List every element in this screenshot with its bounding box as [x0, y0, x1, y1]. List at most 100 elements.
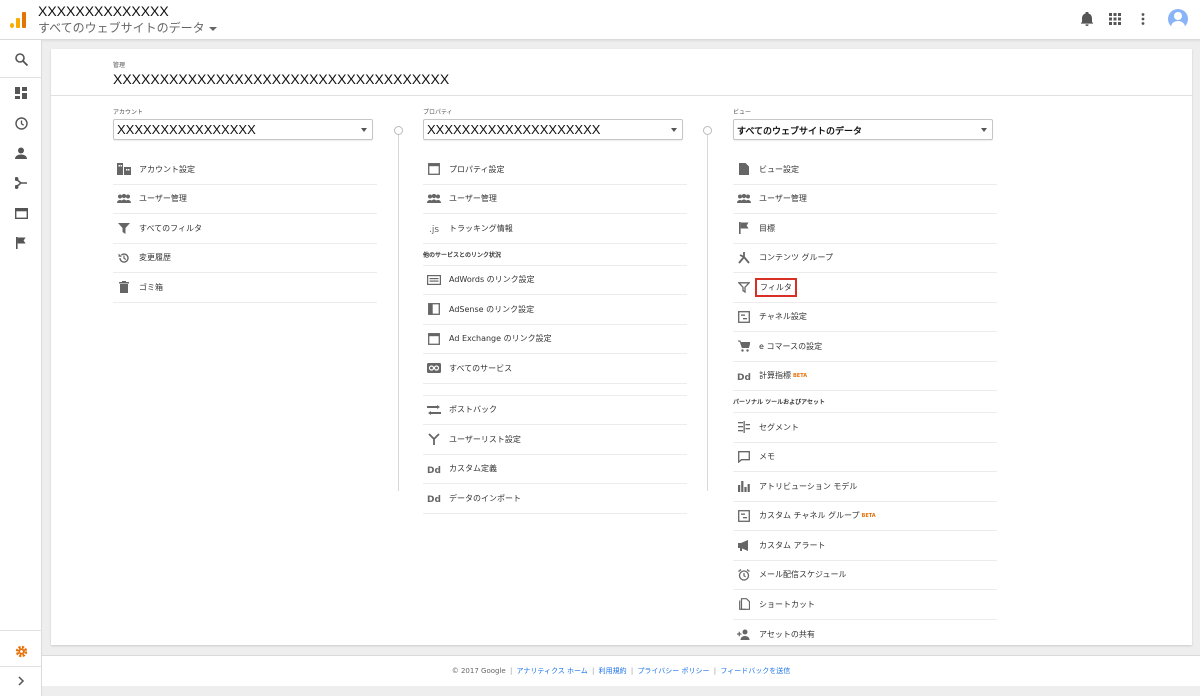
tracking-info-item[interactable]: .js トラッキング情報	[423, 214, 687, 244]
people-icon	[117, 192, 131, 206]
segments-item[interactable]: セグメント	[733, 413, 997, 443]
arrow-circle-icon	[394, 126, 403, 135]
menu-spacer	[423, 384, 687, 396]
flag-icon[interactable]	[0, 228, 42, 258]
trash-item[interactable]: ゴミ箱	[113, 273, 377, 303]
custom-alerts-item[interactable]: カスタム アラート	[733, 531, 997, 561]
menu-label: カスタム チャネル グループ	[759, 511, 860, 521]
menu-label: AdWords のリンク設定	[449, 275, 535, 285]
alarm-icon	[737, 568, 751, 582]
view-selector[interactable]: すべてのウェブサイトのデータ	[733, 119, 993, 140]
personal-tools-header: パーソナル ツールおよびアセット	[733, 391, 997, 413]
trash-icon	[117, 280, 131, 294]
menu-label: すべてのサービス	[449, 363, 513, 373]
arrow-circle-icon	[703, 126, 712, 135]
menu-label: アトリビューション モデル	[759, 481, 858, 491]
notifications-icon[interactable]	[1078, 8, 1096, 30]
account-user-management-item[interactable]: ユーザー管理	[113, 185, 377, 214]
person-add-icon	[737, 627, 751, 641]
history-icon	[117, 251, 131, 265]
menu-label: 計算指標	[759, 371, 791, 381]
segments-icon	[737, 420, 751, 434]
all-filters-item[interactable]: すべてのフィルタ	[113, 214, 377, 244]
send-feedback-link[interactable]: フィードバックを送信	[720, 667, 790, 675]
adsense-linking-item[interactable]: AdSense のリンク設定	[423, 295, 687, 325]
person-icon[interactable]	[0, 138, 42, 168]
user-avatar[interactable]	[1168, 9, 1188, 29]
audience-definitions-item[interactable]: ユーザーリスト設定	[423, 425, 687, 455]
property-settings-item[interactable]: プロパティ設定	[423, 155, 687, 185]
menu-label: コンテンツ グループ	[759, 253, 834, 263]
filter-icon	[117, 221, 131, 235]
people-icon	[737, 192, 751, 206]
channel-settings-item[interactable]: チャネル設定	[733, 303, 997, 332]
acquisition-icon[interactable]	[0, 168, 42, 198]
ad-exchange-linking-item[interactable]: Ad Exchange のリンク設定	[423, 325, 687, 354]
beta-badge: BETA	[861, 512, 876, 519]
ecommerce-settings-item[interactable]: e コマースの設定	[733, 332, 997, 362]
beta-badge: BETA	[793, 372, 808, 379]
share-assets-item[interactable]: アセットの共有	[733, 620, 997, 650]
dd-icon: Dd	[737, 369, 751, 383]
property-user-management-item[interactable]: ユーザー管理	[423, 185, 687, 214]
menu-label: データのインポート	[449, 493, 521, 503]
data-import-item[interactable]: Dd データのインポート	[423, 484, 687, 514]
view-user-management-item[interactable]: ユーザー管理	[733, 185, 997, 214]
property-selector[interactable]: XXXXXXXXXXXXXXXXXXXX	[423, 119, 683, 140]
annotations-item[interactable]: メモ	[733, 443, 997, 472]
behavior-icon[interactable]	[0, 198, 42, 228]
people-icon	[427, 192, 441, 206]
gear-icon[interactable]	[0, 636, 42, 666]
svg-text:.js: .js	[429, 225, 439, 234]
adwords-linking-item[interactable]: AdWords のリンク設定	[423, 266, 687, 295]
svg-text:Dd: Dd	[427, 495, 441, 503]
menu-label: ビュー設定	[759, 164, 799, 174]
clock-icon[interactable]	[0, 108, 42, 138]
all-products-item[interactable]: すべてのサービス	[423, 354, 687, 384]
top-bar: XXXXXXXXXXXXXX すべてのウェブサイトのデータ	[0, 0, 1200, 40]
menu-label: Ad Exchange のリンク設定	[449, 334, 552, 344]
attribution-models-item[interactable]: アトリビューション モデル	[733, 472, 997, 502]
menu-label: セグメント	[759, 422, 799, 432]
property-view-label: すべてのウェブサイトのデータ	[38, 21, 205, 35]
column-divider	[398, 127, 399, 491]
property-view-selector[interactable]: すべてのウェブサイトのデータ	[38, 19, 217, 36]
view-selected: すべてのウェブサイトのデータ	[737, 126, 863, 136]
change-history-item[interactable]: 変更履歴	[113, 244, 377, 273]
calculated-metrics-item[interactable]: Dd 計算指標 BETA	[733, 362, 997, 391]
dashboard-icon[interactable]	[0, 78, 42, 108]
terms-link[interactable]: 利用規約	[599, 667, 627, 675]
goals-item[interactable]: 目標	[733, 214, 997, 244]
account-selector[interactable]: XXXXXXXXXXXXXXXX	[113, 119, 373, 140]
comment-icon	[737, 450, 751, 464]
analytics-logo[interactable]	[10, 12, 26, 28]
chevron-down-icon	[671, 128, 677, 132]
menu-label: ポストバック	[449, 405, 497, 415]
footer: © 2017 Google | アナリティクス ホーム | 利用規約 | プライ…	[42, 655, 1200, 686]
chevron-down-icon	[208, 26, 217, 31]
view-settings-item[interactable]: ビュー設定	[733, 155, 997, 185]
custom-definitions-item[interactable]: Dd カスタム定義	[423, 455, 687, 484]
menu-label: カスタム定義	[449, 464, 497, 474]
custom-channel-grouping-item[interactable]: カスタム チャネル グループ BETA	[733, 502, 997, 531]
privacy-policy-link[interactable]: プライバシー ポリシー	[637, 667, 709, 675]
cart-icon	[737, 339, 751, 353]
search-icon[interactable]	[0, 44, 42, 74]
chevron-right-icon[interactable]	[0, 666, 42, 696]
account-selected: XXXXXXXXXXXXXXXX	[117, 122, 256, 137]
more-vert-icon[interactable]	[1134, 8, 1152, 30]
apps-grid-icon[interactable]	[1106, 8, 1124, 30]
menu-label: 変更履歴	[139, 253, 171, 263]
content-grouping-item[interactable]: コンテンツ グループ	[733, 244, 997, 273]
postback-icon	[427, 403, 441, 417]
filters-highlighted-label: フィルタ	[755, 277, 797, 297]
analytics-home-link[interactable]: アナリティクス ホーム	[517, 667, 588, 675]
postbacks-item[interactable]: ポストバック	[423, 396, 687, 425]
view-filters-item[interactable]: フィルタ	[733, 273, 997, 303]
chevron-down-icon	[361, 128, 367, 132]
account-name[interactable]: XXXXXXXXXXXXXX	[38, 3, 169, 19]
view-label: ビュー	[733, 109, 752, 116]
shortcuts-item[interactable]: ショートカット	[733, 590, 997, 620]
account-settings-item[interactable]: アカウント設定	[113, 155, 377, 185]
scheduled-emails-item[interactable]: メール配信スケジュール	[733, 561, 997, 590]
